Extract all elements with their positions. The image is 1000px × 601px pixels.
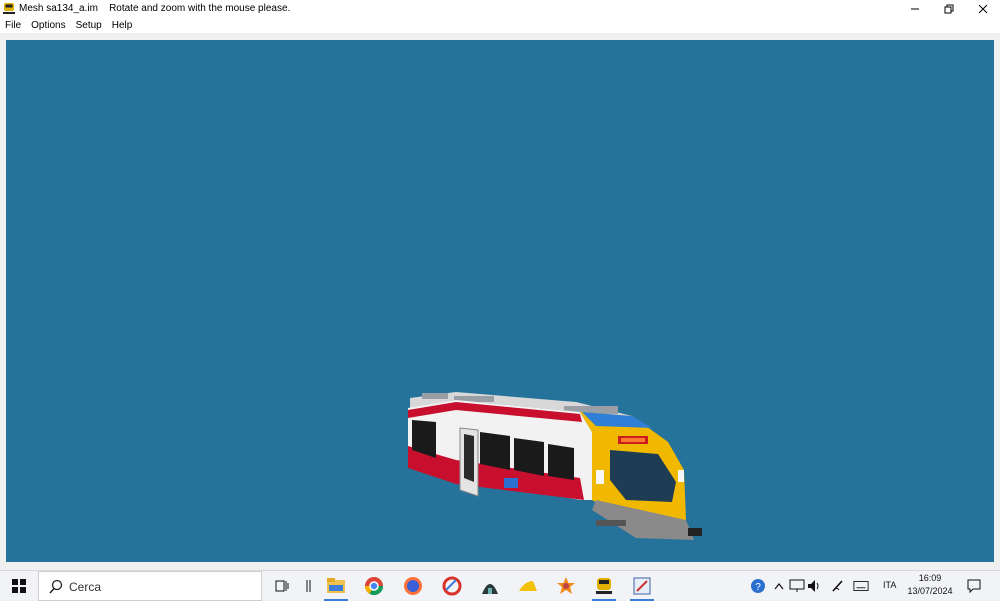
keyboard-icon[interactable] xyxy=(853,578,869,594)
restore-icon xyxy=(944,4,954,14)
app-wedge-icon xyxy=(519,581,537,591)
firefox-icon xyxy=(404,577,422,595)
task-view-icon xyxy=(275,580,289,592)
minimize-icon xyxy=(911,8,919,10)
close-button[interactable] xyxy=(966,0,1000,18)
app-star-icon xyxy=(557,577,575,594)
window-hint: Rotate and zoom with the mouse please. xyxy=(109,3,291,14)
search-placeholder: Cerca xyxy=(69,580,102,594)
windows-logo-icon xyxy=(12,579,26,593)
window-title: Mesh sa134_a.im xyxy=(19,3,98,14)
taskbar: Cerca ? ITA 16:09 13/07/2024 xyxy=(0,570,1000,601)
menu-help[interactable]: Help xyxy=(112,18,133,33)
task-view-button[interactable] xyxy=(270,574,294,598)
file-explorer-icon xyxy=(327,578,345,593)
train-app-icon xyxy=(596,578,612,594)
pen-icon[interactable] xyxy=(830,578,846,594)
language-indicator[interactable]: ITA xyxy=(883,580,896,590)
separator-icon xyxy=(296,574,320,598)
editor-app-icon xyxy=(633,577,651,595)
chevron-up-icon[interactable] xyxy=(771,578,787,594)
clock-date[interactable]: 13/07/2024 xyxy=(905,586,955,596)
search-icon xyxy=(49,579,63,594)
volume-icon[interactable] xyxy=(807,578,823,594)
menu-file[interactable]: File xyxy=(5,18,21,33)
menu-options[interactable]: Options xyxy=(31,18,65,33)
train-railcar-model[interactable] xyxy=(396,350,716,540)
clock-time[interactable]: 16:09 xyxy=(905,573,955,583)
app-dome-icon xyxy=(482,584,498,594)
ccleaner-button[interactable] xyxy=(440,574,464,598)
minimize-button[interactable] xyxy=(898,0,932,18)
editor-app-button[interactable] xyxy=(630,574,654,601)
close-icon xyxy=(978,4,988,14)
app-dome-button[interactable] xyxy=(478,574,502,598)
svg-text:?: ? xyxy=(755,582,761,593)
menu-bar: File Options Setup Help xyxy=(0,18,1000,33)
search-box[interactable]: Cerca xyxy=(38,571,262,601)
train-app-icon xyxy=(3,3,15,14)
notification-icon[interactable] xyxy=(966,578,982,594)
app-wedge-button[interactable] xyxy=(516,574,540,598)
ccleaner-icon xyxy=(442,576,462,596)
chrome-button[interactable] xyxy=(362,574,386,598)
start-button[interactable] xyxy=(0,571,38,601)
help-tray-icon[interactable]: ? xyxy=(750,578,766,594)
app-star-button[interactable] xyxy=(554,574,578,598)
title-bar: Mesh sa134_a.im Rotate and zoom with the… xyxy=(0,0,1000,18)
restore-button[interactable] xyxy=(932,0,966,18)
firefox-button[interactable] xyxy=(401,574,425,598)
menu-setup[interactable]: Setup xyxy=(76,18,102,33)
chrome-icon xyxy=(365,577,383,596)
3d-viewport[interactable] xyxy=(6,40,994,562)
network-icon[interactable] xyxy=(789,578,805,594)
window-controls xyxy=(898,0,1000,18)
train-app-button[interactable] xyxy=(592,574,616,601)
file-explorer-button[interactable] xyxy=(324,574,348,601)
